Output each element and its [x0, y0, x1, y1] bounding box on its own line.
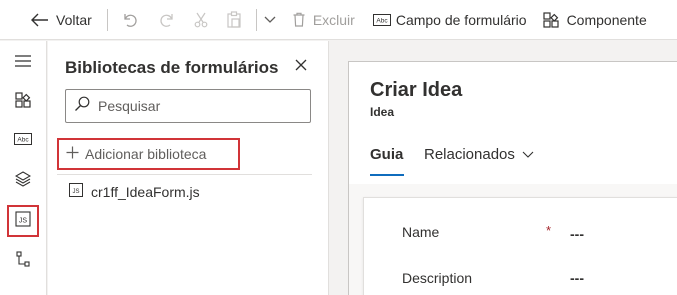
tab-label: Guia [370, 146, 404, 163]
form-field-label: Campo de formulário [395, 11, 527, 28]
field-description-label: Description [402, 270, 473, 286]
text-field-icon: Abc [14, 132, 32, 150]
back-label: Voltar [56, 11, 92, 28]
required-indicator: * [546, 223, 552, 238]
tree-view-icon [15, 250, 31, 272]
form-entity-name: Idea [370, 105, 395, 119]
javascript-file-icon: JS [69, 183, 83, 200]
tab-guia[interactable]: Guia [370, 146, 403, 163]
library-file-name: cr1ff_IdeaForm.js [91, 183, 200, 200]
chevron-down-icon [522, 151, 534, 158]
trash-icon [293, 12, 305, 27]
form-preview: Criar Idea Idea Guia Relacionados Name *… [348, 61, 677, 295]
menu-icon [14, 54, 32, 73]
undo-icon[interactable] [122, 12, 138, 28]
add-library-button[interactable]: Adicionar biblioteca [57, 138, 240, 170]
svg-text:JS: JS [72, 189, 79, 195]
toolbar-divider [255, 8, 257, 31]
selected-tab-indicator [370, 174, 404, 176]
form-section: Name * --- Description --- [363, 197, 677, 295]
components-rail-button[interactable] [7, 86, 39, 118]
field-name-value[interactable]: --- [570, 226, 584, 242]
delete-label: Excluir [312, 11, 355, 28]
library-file-item[interactable]: JS cr1ff_IdeaForm.js [69, 183, 200, 200]
plus-icon [66, 146, 79, 162]
command-bar: Voltar Excluir Abc Campo de formulário C… [0, 0, 677, 40]
redo-icon[interactable] [159, 12, 175, 28]
search-icon [74, 96, 90, 117]
svg-text:Abc: Abc [17, 137, 29, 144]
left-navigation-rail: Abc JS [0, 41, 47, 295]
delete-button[interactable]: Excluir [293, 0, 355, 40]
svg-text:Abc: Abc [376, 17, 388, 24]
close-icon [295, 58, 307, 76]
tab-relacionados[interactable]: Relacionados [424, 146, 534, 163]
cut-icon[interactable] [194, 12, 208, 28]
text-field-icon: Abc [372, 13, 391, 26]
tab-label: Relacionados [424, 146, 515, 163]
form-field-button[interactable]: Abc Campo de formulário [372, 0, 527, 40]
chevron-down-icon[interactable] [264, 16, 276, 24]
layers-icon [14, 170, 32, 192]
components-icon [15, 91, 31, 113]
add-library-label: Adicionar biblioteca [85, 146, 207, 162]
component-label: Componente [566, 11, 647, 28]
layers-rail-button[interactable] [7, 165, 39, 197]
components-icon [542, 11, 559, 28]
table-columns-rail-button[interactable]: Abc [7, 125, 39, 157]
close-panel-button[interactable] [292, 58, 310, 76]
form-libraries-panel: Bibliotecas de formulários Adicionar bib… [48, 41, 329, 295]
form-libraries-icon: JS [15, 210, 31, 232]
arrow-left-icon [31, 13, 49, 27]
search-input[interactable] [98, 98, 298, 114]
field-description-value[interactable]: --- [570, 270, 584, 286]
field-name-label: Name [402, 224, 440, 240]
paste-icon[interactable] [227, 11, 241, 28]
tree-view-rail-button[interactable] [7, 245, 39, 277]
component-button[interactable]: Componente [542, 0, 647, 40]
form-libraries-rail-button[interactable]: JS [7, 205, 39, 237]
form-title: Criar Idea [370, 79, 463, 101]
panel-title: Bibliotecas de formulários [65, 58, 279, 77]
menu-button[interactable] [7, 47, 39, 79]
divider [57, 174, 312, 175]
back-button[interactable]: Voltar [31, 0, 92, 40]
svg-text:JS: JS [19, 217, 28, 224]
toolbar-divider [106, 8, 108, 31]
search-box[interactable] [65, 89, 311, 123]
